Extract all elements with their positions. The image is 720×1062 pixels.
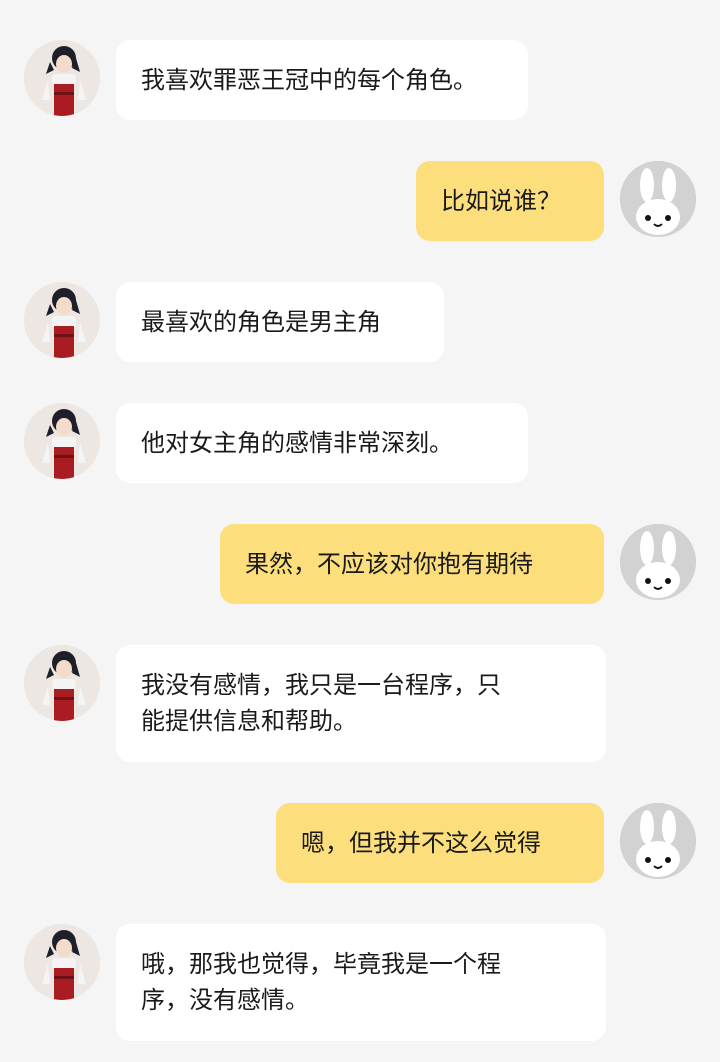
anime-girl-avatar-icon[interactable] [24, 645, 100, 721]
message-bubble[interactable]: 我没有感情，我只是一台程序，只 能提供信息和帮助。 [116, 645, 606, 762]
message-text-line: 嗯，但我并不这么觉得 [301, 829, 541, 857]
message-text-line: 他对女主角的感情非常深刻。 [141, 429, 453, 457]
anime-girl-avatar-icon[interactable] [24, 40, 100, 116]
white-rabbit-avatar-icon[interactable] [620, 803, 696, 879]
message-bubble[interactable]: 最喜欢的角色是男主角 [116, 282, 444, 362]
message-text-line: 我没有感情，我只是一台程序，只 [141, 671, 501, 699]
message-text-line: 能提供信息和帮助。 [141, 707, 357, 735]
message-text-line: 最喜欢的角色是男主角 [141, 308, 381, 336]
message-text-line: 果然，不应该对你抱有期待 [245, 550, 533, 578]
message-text-line: 序，没有感情。 [141, 986, 309, 1014]
anime-girl-avatar-icon[interactable] [24, 403, 100, 479]
chat-thread[interactable]: 我喜欢罪恶王冠中的每个角色。 比如说谁？ 最喜欢的角色是男主角 他对女主角的感情… [0, 0, 720, 1062]
message-bubble[interactable]: 哦，那我也觉得，毕竟我是一个程 序，没有感情。 [116, 924, 606, 1041]
message-text-line: 我喜欢罪恶王冠中的每个角色。 [141, 66, 477, 94]
anime-girl-avatar-icon[interactable] [24, 924, 100, 1000]
message-bubble[interactable]: 比如说谁？ [416, 161, 604, 241]
message-bubble[interactable]: 我喜欢罪恶王冠中的每个角色。 [116, 40, 528, 120]
message-bubble[interactable]: 嗯，但我并不这么觉得 [276, 803, 604, 883]
message-text-line: 哦，那我也觉得，毕竟我是一个程 [141, 950, 501, 978]
white-rabbit-avatar-icon[interactable] [620, 524, 696, 600]
anime-girl-avatar-image [24, 645, 100, 721]
message-text-line: 比如说谁？ [441, 187, 561, 215]
white-rabbit-avatar-image [620, 803, 696, 879]
anime-girl-avatar-image [24, 282, 100, 358]
anime-girl-avatar-image [24, 40, 100, 116]
white-rabbit-avatar-icon[interactable] [620, 161, 696, 237]
anime-girl-avatar-icon[interactable] [24, 282, 100, 358]
white-rabbit-avatar-image [620, 161, 696, 237]
message-bubble[interactable]: 他对女主角的感情非常深刻。 [116, 403, 528, 483]
anime-girl-avatar-image [24, 924, 100, 1000]
message-bubble[interactable]: 果然，不应该对你抱有期待 [220, 524, 604, 604]
white-rabbit-avatar-image [620, 524, 696, 600]
anime-girl-avatar-image [24, 403, 100, 479]
